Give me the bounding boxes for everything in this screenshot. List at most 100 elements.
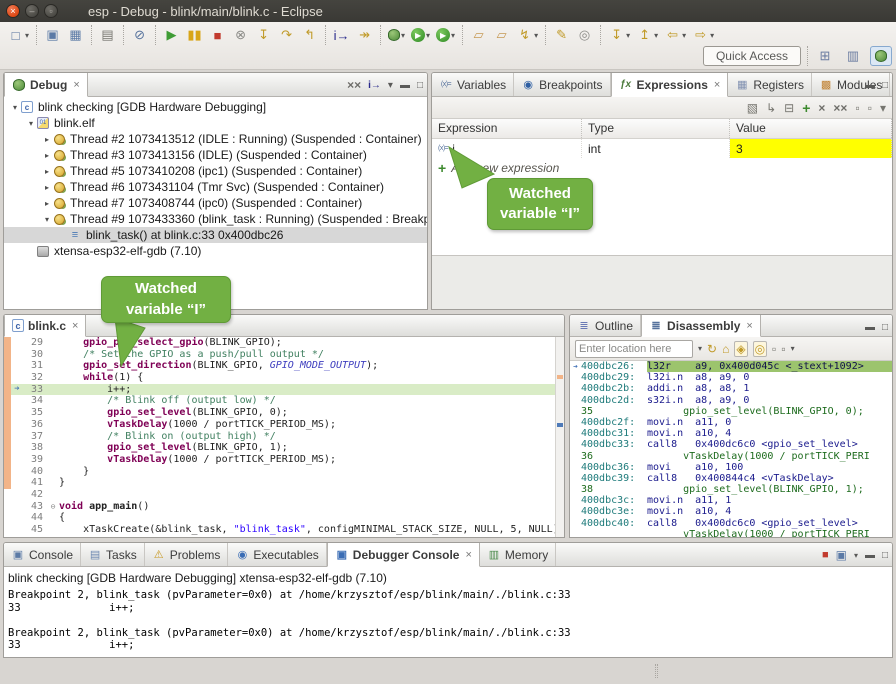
show-source-button[interactable]: ↠ [353,25,376,45]
disassembly-line[interactable]: 38 gpio_set_level(BLINK_GPIO, 1); [570,484,892,495]
last-edit-location-button[interactable]: ↧▾ [605,25,633,45]
breakpoint-arrow-icon[interactable]: ➔ [11,384,23,396]
print-button[interactable]: ▤ [96,25,119,45]
code-line[interactable]: 42 [4,489,564,501]
remove-all-expressions-icon[interactable]: ×× [833,101,847,115]
column-expression[interactable]: Expression [432,119,582,138]
remove-expression-icon[interactable]: × [818,101,825,115]
tab-disassembly[interactable]: ≣ Disassembly × [641,315,761,337]
expand-arrow-icon[interactable]: ▸ [42,167,52,176]
open-perspective-icon[interactable]: ⊞ [814,46,836,66]
window-minimize-icon[interactable]: – [25,4,39,18]
code-line[interactable]: 31 gpio_set_direction(BLINK_GPIO, GPIO_M… [4,360,564,372]
disassembly-listing[interactable]: ➔400dbc26:l32r a9, 0x400d045c <_stext+10… [570,361,892,538]
minimize-icon[interactable]: ▬ [400,80,410,91]
view-menu-icon[interactable]: ▾ [388,80,393,91]
mark-occurrences-button[interactable]: ✎ [550,25,573,45]
debug-tree-item[interactable]: ▸Thread #2 1073413512 (IDLE : Running) (… [4,131,427,147]
collapse-all-icon[interactable]: ⊟ [784,101,794,115]
disassembly-line[interactable]: 400dbc2d:s32i.n a8, a9, 0 [570,395,892,406]
disassembly-line[interactable]: 400dbc29:l32i.n a8, a9, 0 [570,372,892,383]
view-menu-icon[interactable]: ▾ [791,344,795,353]
view-menu-icon[interactable]: ▾ [880,101,886,115]
maximize-icon[interactable]: □ [882,322,888,333]
save-all-button[interactable]: ▦ [64,25,87,45]
debug-tree-item[interactable]: ≡blink_task() at blink.c:33 0x400dbc26 [4,227,427,243]
code-line[interactable]: 44{ [4,512,564,524]
disconnect-button[interactable]: ⊗ [229,25,252,45]
back-button[interactable]: ⇦▾ [661,25,689,45]
code-line[interactable]: 38 gpio_set_level(BLINK_GPIO, 1); [4,442,564,454]
code-line[interactable]: 45 xTaskCreate(&blink_task, "blink_task"… [4,524,564,536]
disassembly-line[interactable]: 35 gpio_set_level(BLINK_GPIO, 0); [570,406,892,417]
tab-registers[interactable]: ▦ Registers [728,73,812,96]
code-line[interactable]: 37 /* Blink on (output high) */ [4,431,564,443]
column-type[interactable]: Type [582,119,730,138]
tab-memory[interactable]: ▥ Memory [480,543,556,566]
resume-button[interactable]: ▶ [160,25,183,45]
close-icon[interactable]: × [73,79,79,91]
console-dropdown-icon[interactable]: ▾ [854,551,858,560]
maximize-icon[interactable]: □ [882,80,888,91]
window-maximize-icon[interactable]: ▫ [44,4,58,18]
run-button[interactable]: ▶▾ [408,26,433,44]
step-over-button[interactable]: ↷ [275,25,298,45]
pin-editor-button[interactable]: ◎ [573,25,596,45]
expand-arrow-icon[interactable]: ▸ [42,151,52,160]
code-line[interactable]: ➔33 i++; [4,384,564,396]
instruction-stepping-mode-icon[interactable]: i→ [368,80,381,91]
minimize-icon[interactable]: ▬ [865,550,875,561]
new-wizard-button[interactable]: □▾ [4,25,32,45]
code-line[interactable]: 34 /* Blink off (output low) */ [4,395,564,407]
step-into-button[interactable]: ↧ [252,25,275,45]
tab-breakpoints[interactable]: ◉ Breakpoints [514,73,610,96]
new-view-icon[interactable]: ▫ [772,342,776,356]
close-icon[interactable]: × [746,320,752,332]
debug-tree-item[interactable]: ▸Thread #6 1073431104 (Tmr Svc) (Suspend… [4,179,427,195]
forward-button[interactable]: ⇨▾ [689,25,717,45]
disassembly-line[interactable]: ➔400dbc26:l32r a9, 0x400d045c <_stext+10… [570,361,892,372]
overview-ruler[interactable] [555,337,564,537]
minimize-icon[interactable]: ▬ [865,80,875,91]
minimize-icon[interactable]: ▬ [865,322,875,333]
tab-expressions[interactable]: ƒx Expressions × [611,73,729,97]
disassembly-line[interactable]: 400dbc2f:movi.n a11, 0 [570,417,892,428]
tab-blink-c[interactable]: c blink.c × [4,315,86,337]
debug-tree-item[interactable]: ▸Thread #5 1073410208 (ipc1) (Suspended … [4,163,427,179]
disassembly-line[interactable]: vTaskDelay(1000 / portTICK_PERI [570,529,892,538]
disassembly-line[interactable]: 400dbc40:call8 0x400dc6c0 <gpio_set_leve… [570,518,892,529]
expand-arrow-icon[interactable]: ▾ [42,215,52,224]
disassembly-line[interactable]: 400dbc2b:addi.n a8, a8, 1 [570,383,892,394]
disassembly-line[interactable]: 36 vTaskDelay(1000 / portTICK_PERI [570,451,892,462]
debug-tree-item[interactable]: xtensa-esp32-elf-gdb (7.10) [4,243,427,259]
disassembly-line[interactable]: 400dbc33:call8 0x400dc6c0 <gpio_set_leve… [570,439,892,450]
debug-perspective-icon[interactable] [870,46,892,66]
debug-tree-item[interactable]: ▸Thread #7 1073408744 (ipc0) (Suspended … [4,195,427,211]
new-view-icon[interactable]: ▫ [855,101,859,115]
flash-button[interactable]: ↯▾ [513,25,541,45]
tab-tasks[interactable]: ▤ Tasks [81,543,145,566]
suspend-button[interactable]: ▮▮ [183,25,206,45]
maximize-icon[interactable]: □ [417,80,423,91]
close-icon[interactable]: × [714,79,720,91]
tab-debug[interactable]: Debug × [4,73,88,97]
debug-tree-item[interactable]: ▸Thread #3 1073413156 (IDLE) (Suspended … [4,147,427,163]
code-line[interactable]: 32 while(1) { [4,372,564,384]
show-type-names-icon[interactable]: ▧ [747,101,758,115]
terminate-button[interactable]: ■ [206,25,229,45]
quick-access-button[interactable]: Quick Access [703,46,801,66]
display-console-icon[interactable]: ▣ [836,548,847,562]
tab-variables[interactable]: (x)= Variables [432,73,514,96]
goto-last-position-button[interactable]: ↥▾ [633,25,661,45]
step-return-button[interactable]: ↰ [298,25,321,45]
disassembly-line[interactable]: 400dbc39:call8 0x400844c4 <vTaskDelay> [570,473,892,484]
code-line[interactable]: 40 } [4,466,564,478]
code-editor[interactable]: 29 gpio_pad_select_gpio(BLINK_GPIO);30 /… [4,337,564,536]
tab-console[interactable]: ▣ Console [4,543,81,566]
code-line[interactable]: 41} [4,477,564,489]
location-dropdown-icon[interactable]: ▾ [698,344,702,353]
tab-debugger-console[interactable]: ▣ Debugger Console × [327,543,480,567]
tab-executables[interactable]: ◉ Executables [228,543,326,566]
sync-context-icon[interactable]: ◈ [734,341,747,357]
expand-arrow-icon[interactable]: ▾ [26,119,36,128]
